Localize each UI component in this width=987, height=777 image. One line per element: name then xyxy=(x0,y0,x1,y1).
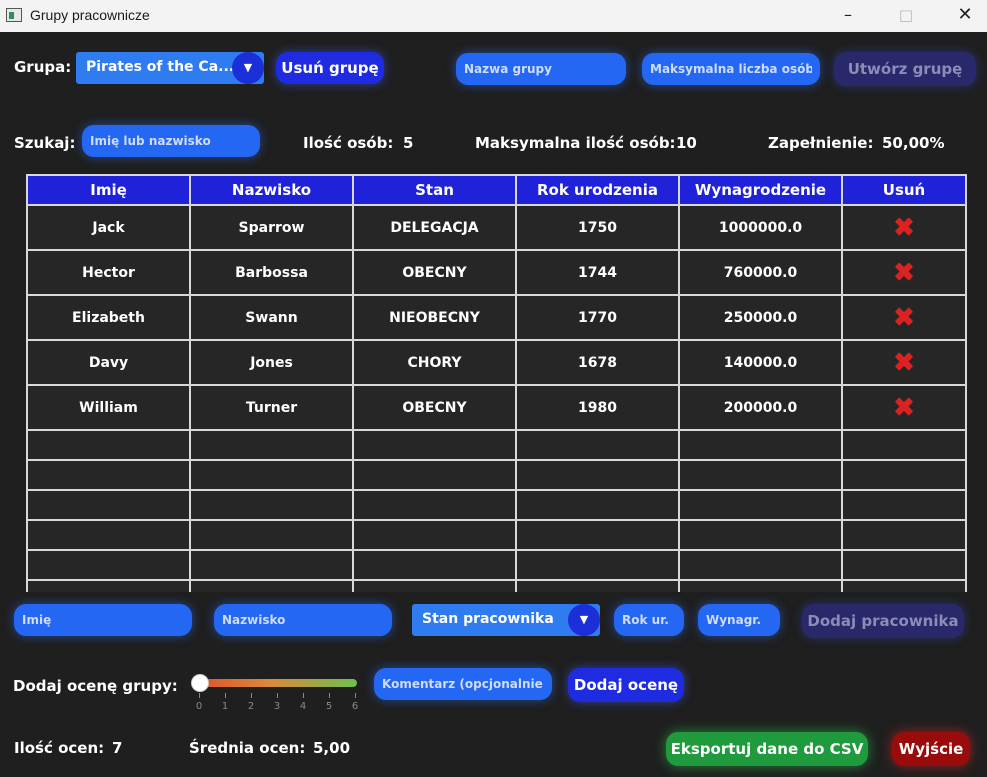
cell-birth-year[interactable]: 1744 xyxy=(515,249,680,296)
table-row[interactable]: Hector Barbossa OBECNY 1744 760000.0 ✖ xyxy=(26,249,967,296)
cell-last-name[interactable]: Swann xyxy=(189,294,354,341)
table-header-row: Imię Nazwisko Stan Rok urodzenia Wynagro… xyxy=(26,174,967,206)
cell-last-name[interactable]: Turner xyxy=(189,384,354,431)
birth-year-input[interactable] xyxy=(614,604,684,636)
comment-field[interactable] xyxy=(374,668,552,700)
add-rating-button[interactable]: Dodaj ocenę xyxy=(568,668,684,702)
cell-last-name[interactable]: Barbossa xyxy=(189,249,354,296)
birth-year-field[interactable] xyxy=(614,604,684,636)
employee-state-value: Stan pracownika xyxy=(422,611,554,627)
slider-tick-label: 4 xyxy=(299,701,307,712)
last-name-input[interactable] xyxy=(214,604,392,636)
cell-first-name[interactable]: Hector xyxy=(26,249,191,296)
table-row[interactable]: Elizabeth Swann NIEOBECNY 1770 250000.0 … xyxy=(26,294,967,341)
cell-birth-year[interactable]: 1750 xyxy=(515,204,680,251)
rating-average-label: Średnia ocen: xyxy=(189,739,306,757)
slider-tick-label: 3 xyxy=(273,701,281,712)
cell-state[interactable]: CHORY xyxy=(352,339,517,386)
cell-birth-year[interactable]: 1678 xyxy=(515,339,680,386)
empty-table-row xyxy=(26,459,967,491)
slider-tick-label: 0 xyxy=(195,701,203,712)
cell-state[interactable]: DELEGACJA xyxy=(352,204,517,251)
cell-first-name[interactable]: William xyxy=(26,384,191,431)
salary-field[interactable] xyxy=(698,604,780,636)
table-row[interactable]: Jack Sparrow DELEGACJA 1750 1000000.0 ✖ xyxy=(26,204,967,251)
column-header-state[interactable]: Stan xyxy=(352,174,517,206)
cell-first-name[interactable]: Jack xyxy=(26,204,191,251)
delete-x-icon[interactable]: ✖ xyxy=(893,350,915,376)
cell-first-name[interactable]: Elizabeth xyxy=(26,294,191,341)
comment-input[interactable] xyxy=(374,668,552,700)
cell-last-name[interactable]: Jones xyxy=(189,339,354,386)
rating-count-value: 7 xyxy=(112,739,123,757)
salary-input[interactable] xyxy=(698,604,780,636)
empty-table-row xyxy=(26,519,967,551)
add-employee-button[interactable]: Dodaj pracownika xyxy=(802,604,964,638)
slider-tick-label: 6 xyxy=(351,701,359,712)
slider-tick-label: 5 xyxy=(325,701,333,712)
cell-birth-year[interactable]: 1770 xyxy=(515,294,680,341)
column-header-first-name[interactable]: Imię xyxy=(26,174,191,206)
rating-slider[interactable]: 0 1 2 3 4 5 6 xyxy=(191,674,359,714)
slider-tick-label: 1 xyxy=(221,701,229,712)
empty-table-row xyxy=(26,489,967,521)
cell-delete: ✖ xyxy=(841,339,967,386)
cell-delete: ✖ xyxy=(841,384,967,431)
delete-x-icon[interactable]: ✖ xyxy=(893,215,915,241)
table-viewport: Imię Nazwisko Stan Rok urodzenia Wynagro… xyxy=(0,0,987,592)
slider-tick-label: 2 xyxy=(247,701,255,712)
first-name-input[interactable] xyxy=(14,604,192,636)
cell-salary[interactable]: 200000.0 xyxy=(678,384,843,431)
cell-delete: ✖ xyxy=(841,249,967,296)
cell-salary[interactable]: 140000.0 xyxy=(678,339,843,386)
column-header-birth-year[interactable]: Rok urodzenia xyxy=(515,174,680,206)
delete-x-icon[interactable]: ✖ xyxy=(893,305,915,331)
cell-state[interactable]: OBECNY xyxy=(352,384,517,431)
employee-table: Imię Nazwisko Stan Rok urodzenia Wynagro… xyxy=(26,174,967,592)
empty-table-row xyxy=(26,579,967,592)
employee-state-select[interactable]: Stan pracownika ▼ xyxy=(412,604,600,636)
cell-state[interactable]: NIEOBECNY xyxy=(352,294,517,341)
cell-salary[interactable]: 1000000.0 xyxy=(678,204,843,251)
chevron-down-icon[interactable]: ▼ xyxy=(568,604,600,636)
empty-table-row xyxy=(26,549,967,581)
cell-salary[interactable]: 250000.0 xyxy=(678,294,843,341)
rating-average-value: 5,00 xyxy=(313,739,351,757)
slider-track[interactable] xyxy=(199,679,357,687)
first-name-field[interactable] xyxy=(14,604,192,636)
cell-state[interactable]: OBECNY xyxy=(352,249,517,296)
delete-x-icon[interactable]: ✖ xyxy=(893,260,915,286)
last-name-field[interactable] xyxy=(214,604,392,636)
export-csv-button[interactable]: Eksportuj dane do CSV xyxy=(666,732,868,766)
cell-salary[interactable]: 760000.0 xyxy=(678,249,843,296)
cell-first-name[interactable]: Davy xyxy=(26,339,191,386)
table-row[interactable]: Davy Jones CHORY 1678 140000.0 ✖ xyxy=(26,339,967,386)
cell-birth-year[interactable]: 1980 xyxy=(515,384,680,431)
column-header-last-name[interactable]: Nazwisko xyxy=(189,174,354,206)
rating-count-label: Ilość ocen: xyxy=(14,739,105,757)
cell-delete: ✖ xyxy=(841,204,967,251)
slider-thumb[interactable] xyxy=(191,674,209,692)
column-header-salary[interactable]: Wynagrodzenie xyxy=(678,174,843,206)
cell-delete: ✖ xyxy=(841,294,967,341)
exit-button[interactable]: Wyjście xyxy=(892,732,970,766)
delete-x-icon[interactable]: ✖ xyxy=(893,395,915,421)
rating-label: Dodaj ocenę grupy: xyxy=(13,677,178,695)
column-header-delete[interactable]: Usuń xyxy=(841,174,967,206)
empty-table-row xyxy=(26,429,967,461)
table-row[interactable]: William Turner OBECNY 1980 200000.0 ✖ xyxy=(26,384,967,431)
cell-last-name[interactable]: Sparrow xyxy=(189,204,354,251)
